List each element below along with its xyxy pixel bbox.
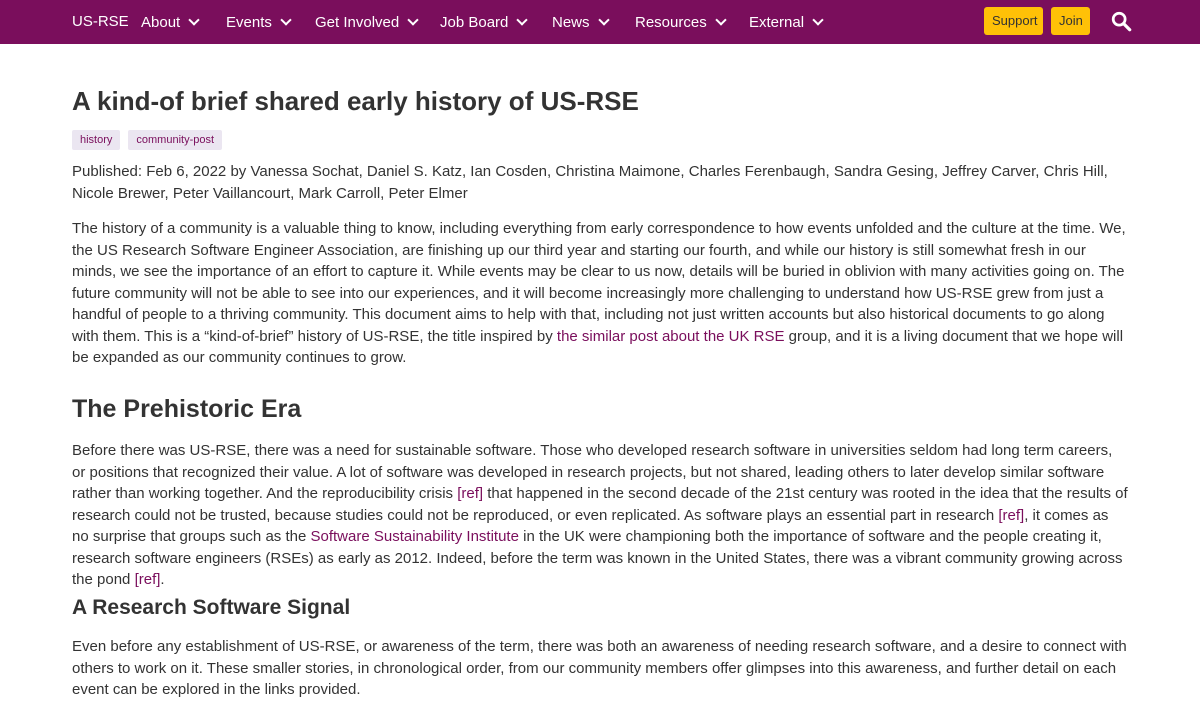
publication-meta: Published: Feb 6, 2022 by Vanessa Sochat… [72, 163, 1108, 202]
support-button[interactable]: Support [984, 7, 1043, 35]
page-title: A kind-of brief shared early history of … [72, 86, 639, 116]
nav-item-events[interactable]: Events [226, 0, 315, 44]
ref-link[interactable]: [ref] [135, 571, 161, 588]
nav-item-label: Job Board [440, 13, 509, 31]
nav-item-about[interactable]: About [141, 0, 226, 44]
signal-paragraph: Even before any establishment of US-RSE,… [72, 638, 1127, 698]
ssi-link[interactable]: Software Sustainability Institute [310, 528, 518, 545]
prehistoric-paragraph: Before there was US-RSE, there was a nee… [72, 440, 1128, 591]
section-heading-research-software-signal: A Research Software Signal [72, 596, 351, 619]
ref-link[interactable]: [ref] [998, 507, 1024, 524]
chevron-down-icon [188, 13, 200, 26]
search-icon[interactable] [1110, 10, 1132, 32]
brand-link[interactable]: US-RSE [72, 0, 129, 44]
chevron-down-icon [280, 13, 292, 26]
nav-item-news[interactable]: News [552, 0, 635, 44]
nav-item-job-board[interactable]: Job Board [440, 0, 552, 44]
join-button[interactable]: Join [1051, 7, 1090, 35]
tag-list: history community-post [72, 130, 223, 150]
tag-community-post[interactable]: community-post [128, 130, 223, 150]
nav-item-label: Events [226, 13, 272, 31]
nav-item-label: Get Involved [315, 13, 400, 31]
section-heading-prehistoric-era: The Prehistoric Era [72, 395, 302, 423]
nav-menu: About Events Get Involved Job Board News… [141, 0, 839, 44]
chevron-down-icon [407, 13, 419, 26]
chevron-down-icon [812, 13, 824, 26]
nav-item-label: About [141, 13, 181, 31]
chevron-down-icon [715, 13, 727, 26]
navbar: US-RSE About Events Get Involved Job Boa… [0, 0, 1200, 44]
ref-link[interactable]: [ref] [457, 485, 483, 502]
nav-item-label: News [552, 13, 590, 31]
intro-paragraph: The history of a community is a valuable… [72, 218, 1128, 369]
intro-text: The history of a community is a valuable… [72, 220, 1126, 345]
paragraph-text: . [160, 571, 165, 588]
chevron-down-icon [597, 13, 610, 26]
uk-rse-post-link[interactable]: the similar post about the UK RSE [557, 328, 785, 345]
nav-item-resources[interactable]: Resources [635, 0, 749, 44]
tag-history[interactable]: history [72, 130, 121, 150]
nav-item-external[interactable]: External [749, 0, 839, 44]
nav-item-label: External [749, 13, 805, 31]
nav-item-label: Resources [635, 13, 707, 31]
chevron-down-icon [516, 13, 529, 26]
nav-item-get-involved[interactable]: Get Involved [315, 0, 440, 44]
